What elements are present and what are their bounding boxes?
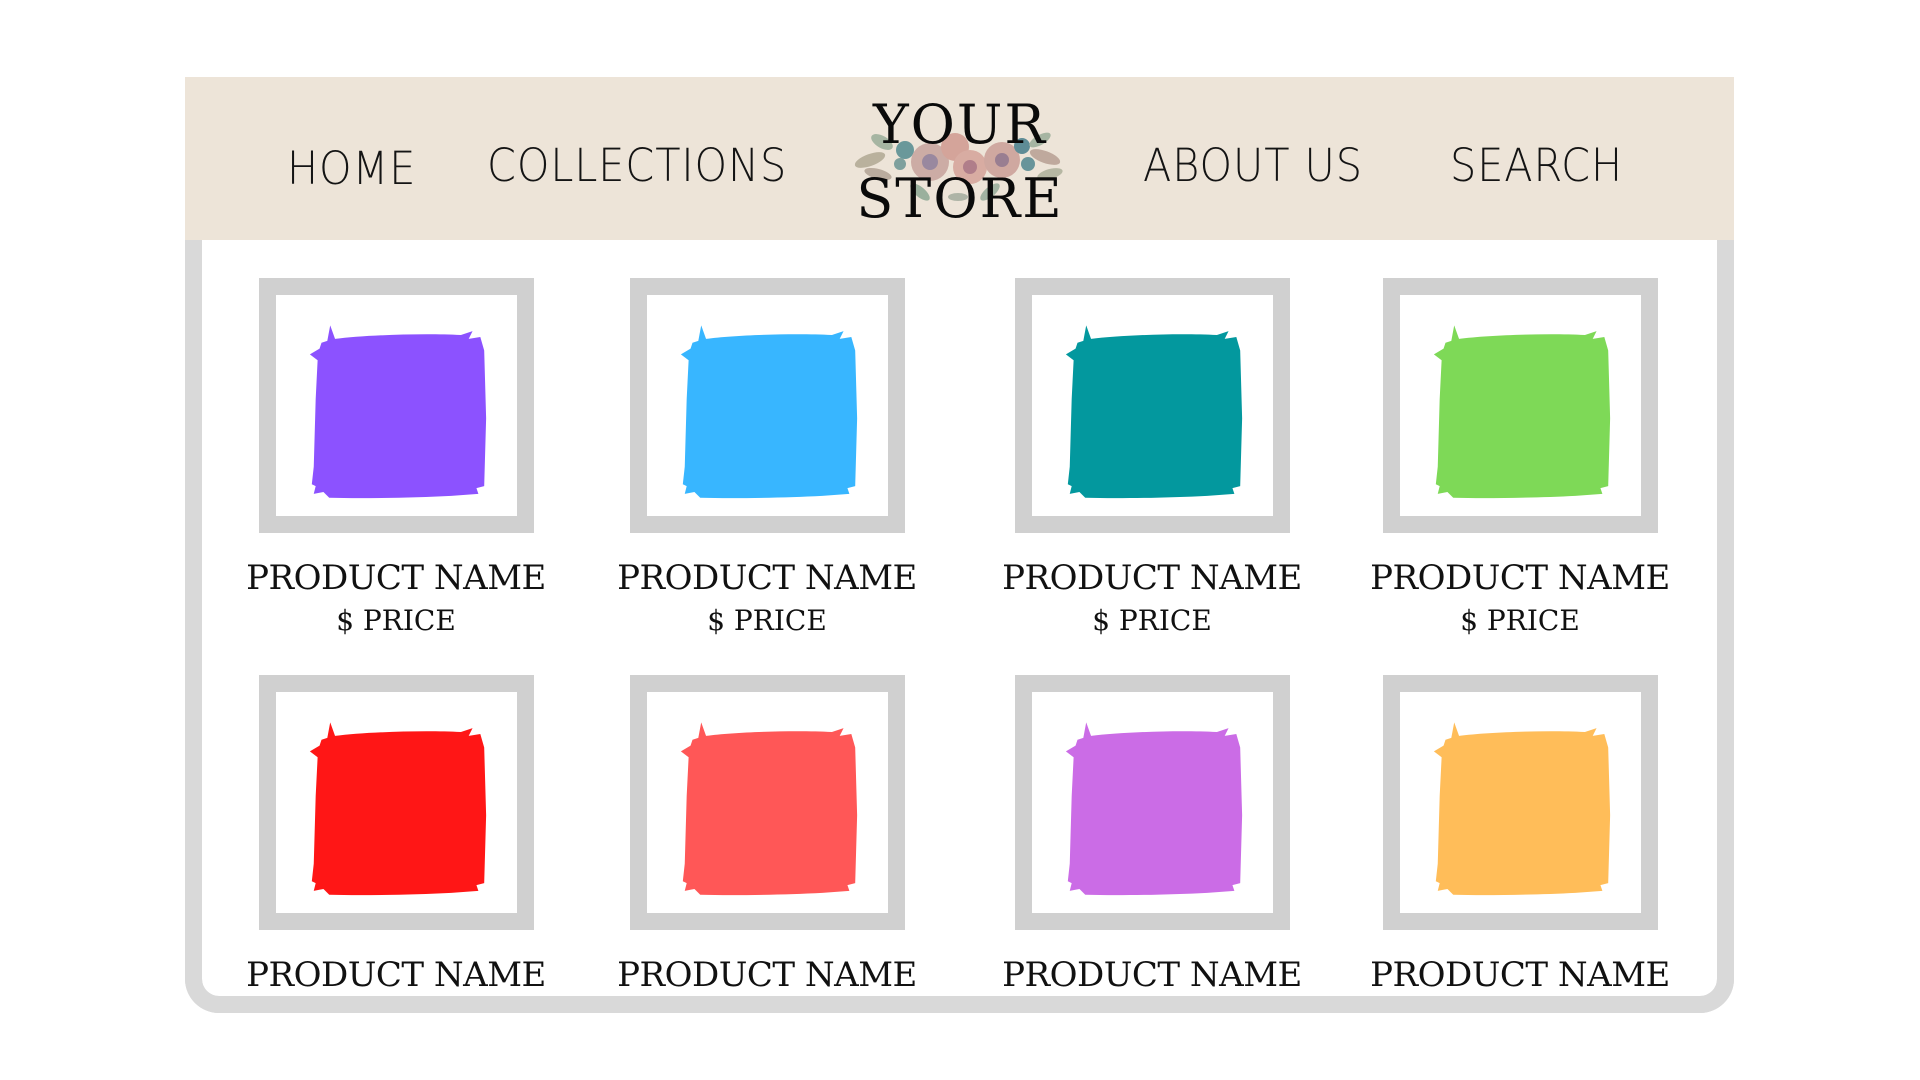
product-image-frame[interactable]	[630, 278, 905, 533]
paint-swatch-shape	[1433, 722, 1611, 896]
product-image-frame[interactable]	[1015, 278, 1290, 533]
paint-swatch-shape	[680, 325, 858, 499]
product-color-swatch	[309, 722, 487, 896]
paint-swatch-shape	[1065, 722, 1243, 896]
product-name[interactable]: PRODUCT NAME	[972, 561, 1332, 595]
product-image-frame[interactable]	[630, 675, 905, 930]
product-price: $ PRICE	[1092, 604, 1212, 637]
logo-line-1: YOUR	[872, 93, 1048, 156]
product-image-frame[interactable]	[1383, 278, 1658, 533]
product-color-swatch	[680, 325, 858, 499]
product-name[interactable]: PRODUCT NAME	[972, 958, 1332, 992]
store-logo[interactable]: YOUR STORE	[850, 92, 1070, 227]
paint-swatch-shape	[309, 325, 487, 499]
product-color-swatch	[1065, 325, 1243, 499]
paint-swatch-shape	[680, 722, 858, 896]
product-name[interactable]: PRODUCT NAME	[1340, 958, 1700, 992]
product-price: $ PRICE	[707, 604, 827, 637]
product-image-frame[interactable]	[259, 278, 534, 533]
product-name[interactable]: PRODUCT NAME	[1340, 561, 1700, 595]
product-name[interactable]: PRODUCT NAME	[216, 561, 576, 595]
nav-about-us[interactable]: ABOUT US	[1143, 143, 1363, 188]
product-name[interactable]: PRODUCT NAME	[587, 958, 947, 992]
product-color-swatch	[1433, 722, 1611, 896]
product-name[interactable]: PRODUCT NAME	[587, 561, 947, 595]
nav-home[interactable]: HOME	[287, 146, 416, 191]
product-color-swatch	[1065, 722, 1243, 896]
product-image-frame[interactable]	[259, 675, 534, 930]
paint-swatch-shape	[309, 722, 487, 896]
paint-swatch-shape	[1433, 325, 1611, 499]
product-color-swatch	[680, 722, 858, 896]
product-color-swatch	[1433, 325, 1611, 499]
product-color-swatch	[309, 325, 487, 499]
paint-swatch-shape	[1065, 325, 1243, 499]
nav-search[interactable]: SEARCH	[1450, 143, 1623, 188]
logo-line-2: STORE	[856, 167, 1064, 230]
product-image-frame[interactable]	[1383, 675, 1658, 930]
product-price: $ PRICE	[1460, 604, 1580, 637]
page-background-bottom	[0, 1013, 1920, 1080]
product-image-frame[interactable]	[1015, 675, 1290, 930]
product-price: $ PRICE	[336, 604, 456, 637]
product-name[interactable]: PRODUCT NAME	[216, 958, 576, 992]
nav-collections[interactable]: COLLECTIONS	[487, 143, 787, 188]
